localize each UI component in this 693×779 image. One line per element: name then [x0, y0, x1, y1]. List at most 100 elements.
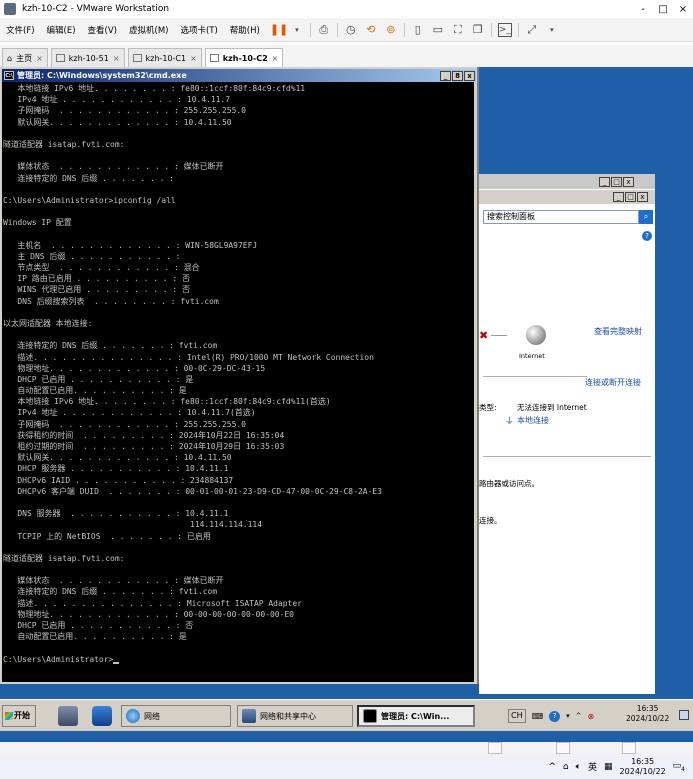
toolbar-divider	[517, 22, 519, 37]
notification-icon[interactable]: ▭4	[673, 761, 685, 773]
show-desktop-icon[interactable]	[679, 710, 689, 720]
thumbnail-icon[interactable]: ▭	[431, 23, 445, 37]
cmd-window: C:\ 管理员: C:\Windows\system32\cmd.exe _ 8…	[0, 67, 479, 684]
console-line: 媒体状态 . . . . . . . . . . . . : 媒体已断开	[3, 576, 224, 586]
chevron-up-icon[interactable]: ^	[548, 762, 556, 772]
cmd-icon: C:\	[4, 71, 14, 80]
close-button[interactable]: x	[637, 192, 648, 202]
search-icon[interactable]: ⌕	[639, 210, 653, 224]
snapshot-manager-icon[interactable]: ⊚	[384, 23, 398, 37]
toolbar-divider	[309, 22, 311, 37]
stretch-icon[interactable]: ⤢	[525, 23, 539, 37]
minimize-button[interactable]: -	[633, 4, 653, 15]
connect-text: 连接。	[479, 516, 502, 525]
minimize-button[interactable]: _	[440, 70, 451, 81]
language-indicator[interactable]: CH	[508, 709, 526, 723]
control-panel-search-input[interactable]: 搜索控制面板	[483, 210, 639, 224]
cmd-titlebar[interactable]: C:\ 管理员: C:\Windows\system32\cmd.exe _ 8…	[2, 69, 476, 82]
taskbar-item-cmd[interactable]: 管理员: C:\Win...	[357, 705, 475, 727]
pause-icon[interactable]: ❚❚	[270, 23, 288, 37]
menu-edit[interactable]: 编辑(E)	[41, 24, 82, 36]
console-line: 默认网关. . . . . . . . . . . . . : 10.4.11.…	[3, 453, 232, 463]
minimize-button[interactable]: _	[599, 177, 610, 187]
tab-kzh-10-c2[interactable]: kzh-10-C2 ×	[204, 48, 284, 67]
snapshot-icon[interactable]: ◷	[344, 23, 358, 37]
maximize-button[interactable]: □	[653, 4, 673, 15]
console-line: 描述. . . . . . . . . . . . . . . : Intel(…	[3, 352, 374, 362]
home-icon: ⌂	[7, 53, 13, 63]
keyboard-icon[interactable]: ⌨	[532, 712, 544, 721]
console-line: DHCPv6 IAID . . . . . . . . . . . : 2348…	[3, 475, 234, 485]
console-line: 媒体状态 . . . . . . . . . . . . : 媒体已断开	[3, 162, 224, 172]
internet-label: Internet	[519, 352, 545, 360]
local-connection-link[interactable]: 本地连接	[517, 415, 549, 426]
console-icon[interactable]: >_	[497, 22, 512, 37]
strip-button[interactable]	[488, 742, 502, 754]
tab-kzh-10-c1[interactable]: kzh-10-C1 ×	[127, 48, 202, 67]
close-button[interactable]: x	[464, 70, 475, 81]
send-keys-icon[interactable]: ⎙	[317, 23, 331, 37]
close-button[interactable]: ×	[673, 4, 693, 15]
start-button[interactable]: 开始	[2, 705, 36, 727]
maximize-button[interactable]: □	[611, 177, 622, 187]
volume-mute-icon[interactable]: 🔈︎	[576, 762, 581, 772]
console-line: 连接特定的 DNS 后缀 . . . . . . . :	[3, 173, 174, 183]
network-adapter-icon: ⏚	[505, 417, 515, 427]
chevron-up-icon[interactable]: ^	[576, 712, 582, 720]
sidebar-toggle-icon[interactable]: ▯	[411, 23, 425, 37]
chevron-down-icon[interactable]: ▾	[545, 23, 559, 37]
taskbar-item-network[interactable]: 网络	[121, 705, 231, 727]
window-controls: _ □ x	[599, 177, 634, 187]
revert-snapshot-icon[interactable]: ⟲	[364, 23, 378, 37]
restore-button[interactable]: 8	[452, 70, 463, 81]
view-full-map-link[interactable]: 查看完整映射	[594, 326, 642, 337]
help-icon[interactable]: ?	[549, 710, 561, 722]
strip-button[interactable]	[556, 742, 570, 754]
help-icon[interactable]: ?	[642, 231, 652, 241]
tab-label: kzh-10-C2	[222, 53, 268, 63]
server-manager-icon[interactable]	[58, 706, 78, 726]
ime-indicator[interactable]: 英	[588, 760, 597, 773]
menu-tabs[interactable]: 选项卡(T)	[174, 24, 223, 36]
chevron-down-icon[interactable]: ▾	[566, 712, 570, 720]
tab-close-icon[interactable]: ×	[190, 54, 197, 63]
connection-line	[491, 335, 507, 336]
vm-icon	[132, 54, 142, 62]
close-button[interactable]: x	[623, 177, 634, 187]
connect-disconnect-link[interactable]: 连接或断开连接	[585, 377, 641, 388]
network-warning-icon[interactable]: ⊗	[588, 712, 595, 721]
console-line: DHCPv6 客户端 DUID . . . . . . . : 00-01-00…	[3, 486, 382, 496]
minimize-button[interactable]: _	[613, 192, 624, 202]
chevron-down-icon[interactable]: ▾	[290, 23, 304, 37]
cmd-title: 管理员: C:\Windows\system32\cmd.exe	[17, 71, 187, 80]
powershell-icon[interactable]	[92, 706, 112, 726]
menu-help[interactable]: 帮助(H)	[224, 24, 266, 36]
console-line: 物理地址. . . . . . . . . . . . . : 00-0C-29…	[3, 363, 266, 373]
unity-icon[interactable]: ❐	[471, 23, 485, 37]
guest-clock[interactable]: 16:35 2024/10/22	[626, 704, 669, 724]
guest-desktop[interactable]: _ □ x _ □ x 搜索控制面板 ⌕ ? 查看完整映射 ✖ Internet…	[0, 67, 693, 750]
network-icon[interactable]: ⌂	[563, 762, 569, 772]
menu-file[interactable]: 文件(F)	[0, 24, 41, 36]
cmd-console[interactable]: 本地链接 IPv6 地址. . . . . . . . : fe80::1ccf…	[2, 82, 474, 682]
tab-label: kzh-10-C1	[145, 53, 187, 63]
taskbar-item-network-sharing[interactable]: 网络和共享中心	[237, 705, 353, 727]
fullscreen-icon[interactable]: ⛶	[451, 23, 465, 37]
menu-view[interactable]: 查看(V)	[82, 24, 123, 36]
menu-vm[interactable]: 虚拟机(M)	[123, 24, 174, 36]
tab-home[interactable]: ⌂ 主页 ×	[2, 48, 48, 67]
toolbar-divider	[336, 22, 338, 37]
maximize-button[interactable]: □	[625, 192, 636, 202]
tab-kzh-10-51[interactable]: kzh-10-51 ×	[50, 48, 125, 67]
tab-close-icon[interactable]: ×	[113, 54, 120, 63]
tab-close-icon[interactable]: ×	[36, 54, 43, 63]
network-sharing-caption: _ □ x	[479, 190, 655, 204]
tab-close-icon[interactable]: ×	[272, 54, 279, 63]
strip-button[interactable]	[622, 742, 636, 754]
keyboard-layout-icon[interactable]: ▦	[604, 762, 613, 772]
host-clock[interactable]: 16:35 2024/10/22	[620, 757, 666, 777]
